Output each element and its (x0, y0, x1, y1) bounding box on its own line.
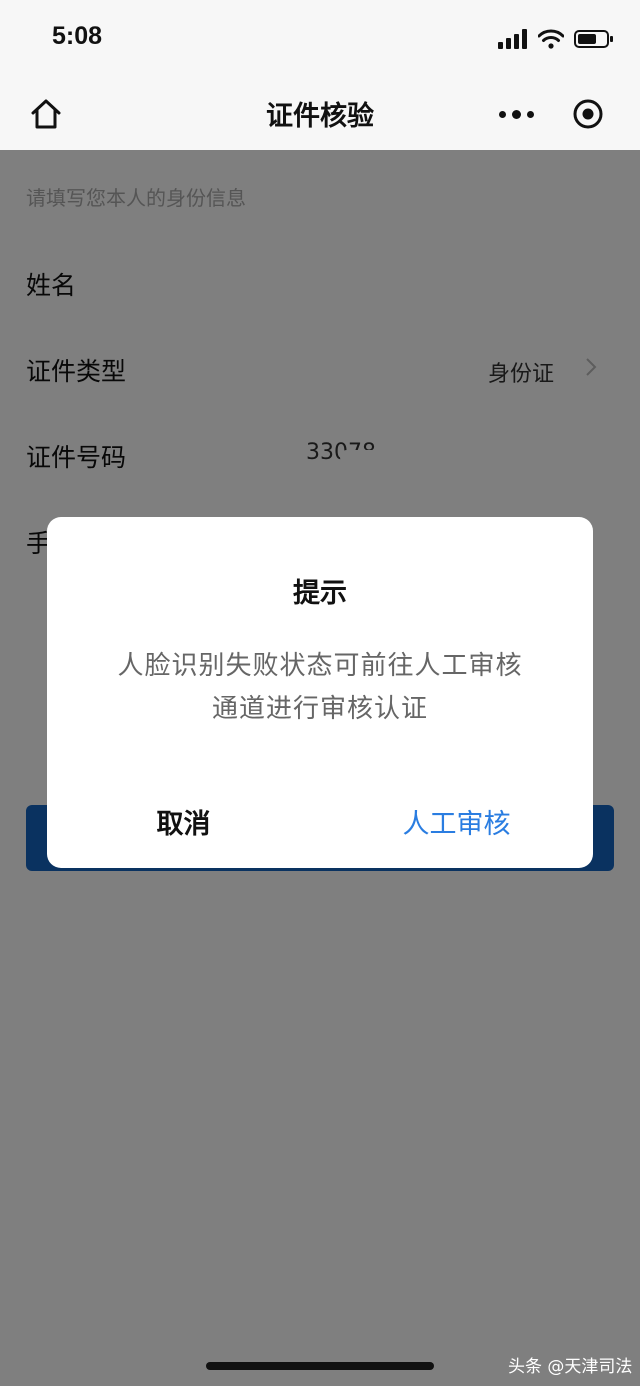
more-dot-icon (498, 110, 506, 118)
dialog-message-line: 通道进行审核认证 (211, 694, 428, 724)
status-icons (498, 28, 614, 50)
watermark: 头条 @天津司法 (508, 1357, 633, 1377)
dialog-title: 提示 (293, 578, 347, 609)
target-circle-icon (573, 99, 603, 129)
nav-bar: 证件核验 (0, 78, 640, 150)
manual-review-button[interactable]: 人工审核 (320, 789, 593, 853)
dialog-message-line: 人脸识别失败状态可前往人工审核 (117, 651, 523, 681)
wifi-icon (538, 29, 564, 49)
status-time: 5:08 (52, 22, 103, 50)
mini-program-capsule (480, 90, 624, 138)
prompt-dialog: 提示 人脸识别失败状态可前往人工审核 通道进行审核认证 取消 人工审核 (47, 517, 593, 868)
home-indicator[interactable] (206, 1362, 434, 1370)
close-mini-program-button[interactable] (552, 90, 624, 138)
cancel-button[interactable]: 取消 (47, 789, 320, 853)
more-button[interactable] (480, 90, 552, 138)
battery-icon (574, 30, 613, 48)
more-dot-icon (526, 110, 534, 118)
cellular-signal-icon (498, 29, 527, 49)
status-bar: 5:08 (0, 0, 640, 78)
dialog-message: 人脸识别失败状态可前往人工审核 通道进行审核认证 (87, 645, 553, 731)
more-dot-icon (511, 109, 521, 119)
